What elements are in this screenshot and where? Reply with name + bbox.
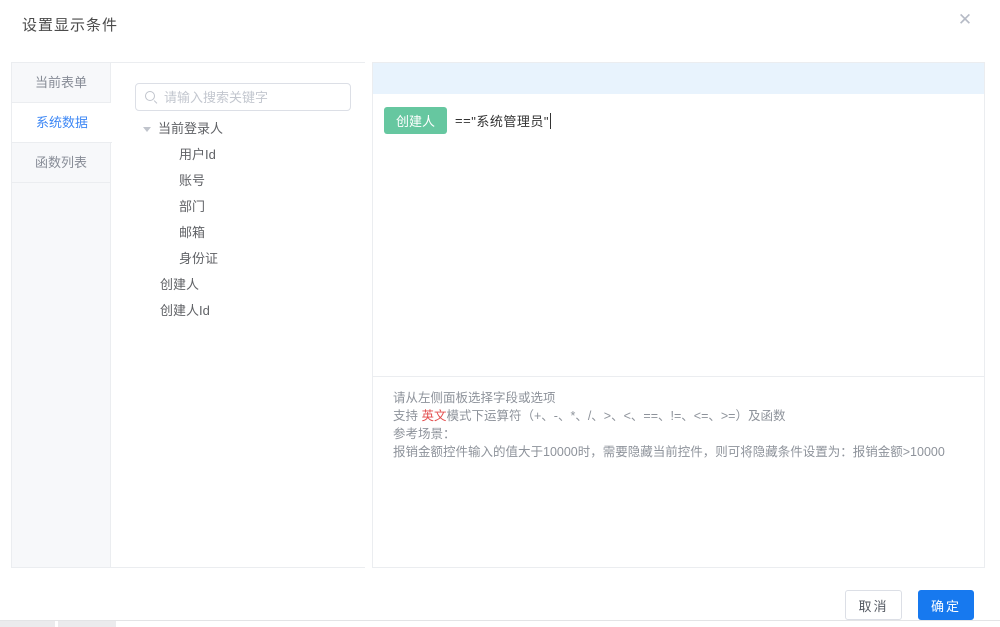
search-box[interactable] — [135, 83, 351, 111]
tree-item-label: 当前登录人 — [158, 121, 224, 136]
editor-highlight-bar — [373, 63, 984, 94]
confirm-button[interactable]: 确定 — [918, 590, 974, 620]
editor-divider — [373, 376, 984, 377]
help-line-1: 请从左侧面板选择字段或选项 — [393, 391, 556, 405]
caret-down-icon[interactable] — [143, 126, 151, 132]
help-line-4: 报销金额控件输入的值大于10000时，需要隐藏当前控件，则可将隐藏条件设置为：报… — [393, 445, 945, 459]
bottom-window-edge — [0, 620, 1000, 621]
help-line-3: 参考场景： — [393, 427, 456, 441]
tree-item-email[interactable]: 邮箱 — [112, 220, 366, 246]
tab-current-form[interactable]: 当前表单 — [12, 63, 110, 103]
tree-item-label: 部门 — [179, 199, 206, 214]
search-input[interactable] — [164, 89, 350, 105]
text-cursor — [549, 112, 551, 129]
help-highlight-english: 英文 — [421, 409, 447, 423]
expression-line[interactable]: 创建人 == "系统管理员" — [384, 107, 551, 134]
tree-item-creator-id[interactable]: 创建人Id — [112, 298, 366, 324]
close-icon[interactable]: ✕ — [955, 10, 975, 30]
tree-item-label: 创建人 — [160, 277, 200, 292]
search-icon — [145, 90, 158, 104]
tree-item-label: 用户Id — [179, 147, 216, 162]
bottom-edge-segment — [58, 621, 116, 627]
help-line-2: 支持 英文模式下运算符（+、-、*、/、>、<、==、!=、<=、>=）及函数 — [393, 409, 786, 423]
bottom-edge-segment — [0, 621, 55, 627]
help-text: 请从左侧面板选择字段或选项 支持 英文模式下运算符（+、-、*、/、>、<、==… — [393, 389, 968, 461]
tree-item-department[interactable]: 部门 — [112, 194, 366, 220]
source-panel: 当前表单 系统数据 函数列表 当前登录人 用户Id 账号 部门 邮箱 — [11, 62, 366, 568]
field-tag-creator[interactable]: 创建人 — [384, 107, 448, 134]
cancel-button[interactable]: 取消 — [845, 590, 902, 620]
tree-item-user-id[interactable]: 用户Id — [112, 142, 366, 168]
tree-item-account[interactable]: 账号 — [112, 168, 366, 194]
tree-item-id-card[interactable]: 身份证 — [112, 246, 366, 272]
expression-value: "系统管理员" — [471, 114, 549, 129]
expression-operator: == — [455, 113, 472, 128]
tab-system-data[interactable]: 系统数据 — [12, 103, 112, 143]
tree-item-current-user[interactable]: 当前登录人 — [112, 116, 366, 142]
field-tree-panel: 当前登录人 用户Id 账号 部门 邮箱 身份证 创建人 创建人Id — [112, 63, 366, 567]
tree-item-label: 身份证 — [179, 251, 219, 266]
tab-strip: 当前表单 系统数据 函数列表 — [12, 63, 112, 567]
tab-function-list[interactable]: 函数列表 — [12, 143, 110, 183]
tree-item-label: 邮箱 — [179, 225, 206, 240]
dialog-title: 设置显示条件 — [22, 17, 119, 34]
tree-item-label: 账号 — [179, 173, 206, 188]
expression-editor-panel[interactable]: 创建人 == "系统管理员" 请从左侧面板选择字段或选项 支持 英文模式下运算符… — [372, 62, 985, 568]
field-tree: 当前登录人 用户Id 账号 部门 邮箱 身份证 创建人 创建人Id — [112, 116, 366, 324]
tree-item-creator[interactable]: 创建人 — [112, 272, 366, 298]
tree-item-label: 创建人Id — [160, 303, 210, 318]
